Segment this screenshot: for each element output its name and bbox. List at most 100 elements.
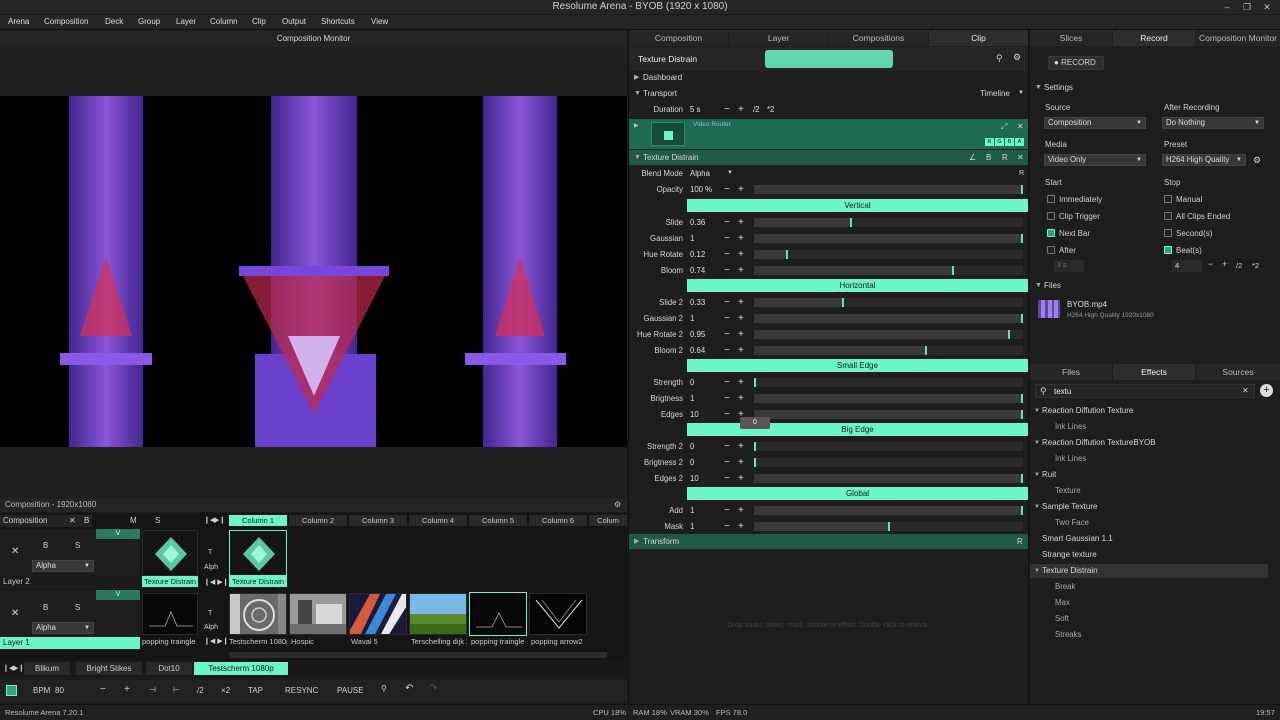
param-brigtness-2-plus-button[interactable]: + — [738, 455, 744, 470]
beats-half-button[interactable]: /2 — [1236, 261, 1242, 270]
effect-preset-item[interactable]: Soft — [1055, 612, 1069, 626]
effect-item[interactable]: Smart Gaussian 1.1 — [1030, 532, 1268, 546]
param-slide-2-minus-button[interactable]: − — [724, 295, 730, 310]
effect-item[interactable]: ▼ Sample Texture — [1030, 500, 1268, 514]
layer-1-clip-thumb-6[interactable] — [529, 593, 587, 635]
bpm-plus-button[interactable]: + — [124, 684, 130, 695]
nudge-forward-icon[interactable]: ⊢ — [173, 685, 180, 694]
column-7-header[interactable]: Colum — [589, 515, 627, 526]
effect-preset-item[interactable]: Texture — [1055, 484, 1081, 498]
bpm-value[interactable]: 80 — [55, 686, 64, 695]
param-edges-2-slider[interactable] — [754, 474, 1023, 483]
channel-b[interactable]: B — [1005, 138, 1014, 146]
column-3-header[interactable]: Column 3 — [349, 515, 407, 526]
param-strength-minus-button[interactable]: − — [724, 375, 730, 390]
master-s-button[interactable]: S — [155, 516, 160, 525]
resync-button[interactable]: RESYNC — [285, 686, 318, 695]
file-name[interactable]: BYOB.mp4 — [1067, 300, 1107, 309]
comp-clear-button[interactable]: ✕ — [69, 516, 76, 525]
param-bloom-slider[interactable] — [754, 266, 1023, 275]
blend-reset-button[interactable]: R — [1019, 166, 1024, 181]
param-bloom-value[interactable]: 0.74 — [690, 263, 705, 278]
layer-1-clip-thumb-1[interactable] — [229, 593, 287, 635]
menu-output[interactable]: Output — [282, 17, 306, 26]
param-strength-value[interactable]: 0 — [690, 375, 694, 390]
param-slide-slider[interactable] — [754, 218, 1023, 227]
channel-a[interactable]: A — [1015, 138, 1024, 146]
opacity-plus-button[interactable]: + — [738, 182, 744, 197]
layer-2-transport-icon[interactable]: ❙◀ ▶❙ — [204, 578, 228, 586]
effect-preset-item[interactable]: Ink Lines — [1055, 452, 1086, 466]
layer-2-solo-button[interactable]: S — [75, 541, 80, 550]
tab-sources[interactable]: Sources — [1196, 364, 1280, 380]
effect-item[interactable]: ▼ Texture Distrain — [1030, 564, 1268, 578]
menu-shortcuts[interactable]: Shortcuts — [321, 17, 355, 26]
param-slide-2-plus-button[interactable]: + — [738, 295, 744, 310]
layer-1-clip-label-4[interactable]: Terschelling dijk 2 — [411, 636, 467, 647]
layer-1-clip-thumb-0[interactable] — [142, 593, 198, 635]
channel-g[interactable]: G — [995, 138, 1004, 146]
column-5-header[interactable]: Column 5 — [469, 515, 527, 526]
start-option-checkbox-1[interactable] — [1047, 212, 1055, 220]
layer-2-bypass-button[interactable]: B — [43, 541, 48, 550]
record-button[interactable]: ● RECORD — [1048, 56, 1104, 70]
transform-reset-button[interactable]: R — [1017, 534, 1023, 549]
blend-mode-value[interactable]: Alpha — [690, 166, 710, 181]
grid-scrollbar[interactable] — [229, 652, 607, 658]
tab-layer[interactable]: Layer — [729, 30, 828, 46]
layer-1-solo-button[interactable]: S — [75, 603, 80, 612]
layer-1-t-button[interactable]: T — [208, 610, 212, 617]
layer-1-clip-thumb-3[interactable] — [349, 593, 407, 635]
param-add-plus-button[interactable]: + — [738, 503, 744, 518]
search-icon[interactable]: ⚲ — [996, 53, 1003, 64]
duration-minus-button[interactable]: − — [724, 102, 730, 117]
layer-1-clip-label-5[interactable]: popping traingle — [471, 636, 527, 647]
layer-2-clear-button[interactable]: ✕ — [11, 546, 19, 557]
gear-icon[interactable]: ⚙ — [614, 498, 621, 512]
effect-reset-button[interactable]: R — [1002, 150, 1008, 165]
channel-r[interactable]: R — [985, 138, 994, 146]
layer-1-clip-thumb-2[interactable] — [289, 593, 347, 635]
effect-preset-item[interactable]: Ink Lines — [1055, 420, 1086, 434]
param-edges-2-value[interactable]: 10 — [690, 471, 699, 486]
param-gaussian-value[interactable]: 1 — [690, 231, 694, 246]
tab-files[interactable]: Files — [1030, 364, 1112, 380]
files-section[interactable]: ▼ Files — [1030, 278, 1280, 293]
duration-double-button[interactable]: *2 — [767, 102, 774, 117]
stop-option-checkbox-1[interactable] — [1164, 212, 1172, 220]
timeline-select[interactable]: Timeline — [980, 86, 1010, 101]
param-strength-2-value[interactable]: 0 — [690, 439, 694, 454]
param-hue-rotate-minus-button[interactable]: − — [724, 247, 730, 262]
menu-column[interactable]: Column — [210, 17, 238, 26]
param-brigtness-2-minus-button[interactable]: − — [724, 455, 730, 470]
param-gaussian-plus-button[interactable]: + — [738, 231, 744, 246]
deck-next-icon[interactable]: ▶❙ — [13, 664, 24, 672]
search-input[interactable]: textu — [1054, 387, 1071, 396]
transform-section[interactable]: ▶ Transform R — [629, 534, 1028, 549]
opacity-value[interactable]: 100 % — [690, 182, 712, 197]
param-bloom-plus-button[interactable]: + — [738, 263, 744, 278]
param-gaussian-minus-button[interactable]: − — [724, 231, 730, 246]
param-hue-rotate-plus-button[interactable]: + — [738, 247, 744, 262]
param-brigtness-value[interactable]: 1 — [690, 391, 694, 406]
tab-slices[interactable]: Slices — [1030, 30, 1112, 46]
param-hue-rotate-value[interactable]: 0.12 — [690, 247, 705, 262]
gear-icon[interactable]: ⚙ — [1253, 155, 1261, 166]
layer-1-clip-label-6[interactable]: popping arrow2 — [531, 636, 587, 647]
after-seconds-field[interactable]: 3 s — [1054, 260, 1084, 272]
bpm-double-button[interactable]: ×2 — [221, 686, 230, 695]
opacity-minus-button[interactable]: − — [724, 182, 730, 197]
settings-section[interactable]: ▼ Settings — [1030, 80, 1280, 95]
param-strength-plus-button[interactable]: + — [738, 375, 744, 390]
nudge-back-icon[interactable]: ⊣ — [149, 685, 156, 694]
stop-option-checkbox-0[interactable] — [1164, 195, 1172, 203]
composition-control[interactable]: Composition ✕ B — [0, 515, 92, 527]
layer-2-blend-select[interactable]: Alpha ▼ — [32, 560, 94, 572]
effect-item[interactable]: ▼ Ruit — [1030, 468, 1268, 482]
effect-draggable-icon[interactable]: ∠ — [969, 150, 976, 165]
minimize-icon[interactable]: – — [1217, 0, 1237, 15]
group-big-edge-header[interactable]: Big Edge — [687, 423, 1028, 436]
param-gaussian-slider[interactable] — [754, 234, 1023, 243]
param-gaussian-2-slider[interactable] — [754, 314, 1023, 323]
param-bloom-2-slider[interactable] — [754, 346, 1023, 355]
